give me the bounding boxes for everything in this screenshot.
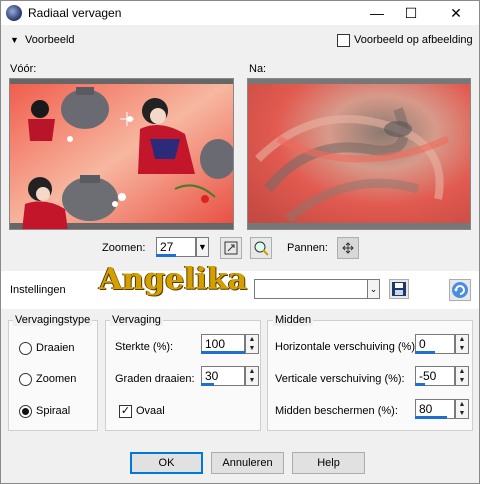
reset-button[interactable]: [449, 279, 471, 301]
minimize-icon[interactable]: —: [360, 1, 394, 25]
before-label: Vóór:: [10, 63, 37, 75]
elliptical-label: Ovaal: [136, 405, 165, 417]
zoom-actual-button[interactable]: [250, 237, 272, 259]
preview-on-image-checkbox[interactable]: [337, 34, 350, 47]
after-preview-image: [248, 79, 470, 229]
radio-spiraal[interactable]: [19, 405, 32, 418]
twist-spinner[interactable]: ▲ ▼: [245, 366, 259, 386]
h-offset-spinner[interactable]: ▲ ▼: [455, 334, 469, 354]
center-title: Midden: [273, 314, 314, 326]
maximize-icon[interactable]: ☐: [394, 1, 428, 25]
protect-center-level-bar: [415, 416, 447, 419]
radio-draaien[interactable]: [19, 342, 32, 355]
h-offset-level-bar: [415, 351, 435, 354]
h-offset-label: Horizontale verschuiving (%):: [275, 341, 419, 353]
help-button[interactable]: Help: [292, 452, 365, 474]
blur-type-title: Vervagingstype: [13, 314, 93, 326]
protect-center-spinner[interactable]: ▲ ▼: [455, 399, 469, 419]
radio-spiraal-label: Spiraal: [36, 405, 71, 417]
before-preview[interactable]: [9, 78, 234, 230]
v-offset-spinner[interactable]: ▲ ▼: [455, 366, 469, 386]
blur-title: Vervaging: [110, 314, 163, 326]
close-icon[interactable]: ✕: [439, 1, 473, 25]
ok-button[interactable]: OK: [130, 452, 203, 474]
strength-spinner[interactable]: ▲ ▼: [245, 334, 259, 354]
strength-level-bar: [201, 351, 245, 354]
radio-draaien-label: Draaien: [36, 342, 75, 354]
preview-toggle-label[interactable]: Voorbeeld: [25, 34, 75, 46]
elliptical-checkbox[interactable]: ✓: [119, 405, 132, 418]
after-label: Na:: [249, 63, 267, 75]
settings-label: Instellingen: [10, 284, 66, 296]
dialog-window: Radiaal vervagen — ☐ ✕ ▼ Voorbeeld Voorb…: [0, 0, 480, 484]
settings-dropdown[interactable]: [254, 279, 368, 299]
strength-label: Sterkte (%):: [115, 341, 174, 353]
pan-label: Pannen:: [287, 242, 328, 254]
watermark-logo: Angelika: [99, 262, 248, 297]
save-preset-button[interactable]: [389, 279, 409, 299]
save-icon: [392, 282, 406, 296]
after-preview: [247, 78, 471, 230]
before-preview-image: [10, 79, 233, 229]
magnifier-icon: [254, 241, 269, 256]
title-bar: Radiaal vervagen — ☐ ✕: [1, 1, 479, 25]
zoom-level-bar: [156, 254, 176, 257]
preview-on-image-label: Voorbeeld op afbeelding: [354, 34, 473, 46]
reset-icon: [452, 282, 468, 298]
protect-center-label: Midden beschermen (%):: [275, 405, 398, 417]
zoom-dropdown-button[interactable]: ▼: [196, 237, 209, 257]
zoom-label: Zoomen:: [102, 242, 146, 254]
zoom-fit-icon: [224, 241, 238, 255]
v-offset-level-bar: [415, 383, 425, 386]
twist-level-bar: [201, 383, 214, 386]
v-offset-label: Verticale verschuiving (%):: [275, 373, 405, 385]
window-title: Radiaal vervagen: [28, 6, 122, 20]
move-icon: [342, 242, 354, 254]
twist-label: Graden draaien:: [115, 373, 195, 385]
settings-dropdown-button[interactable]: ⌄: [367, 279, 380, 299]
zoom-to-fit-button[interactable]: [220, 237, 242, 259]
radio-zoomen-label: Zoomen: [36, 373, 77, 385]
app-icon: [6, 5, 22, 21]
cancel-button[interactable]: Annuleren: [211, 452, 284, 474]
collapse-arrow-icon[interactable]: ▼: [10, 35, 19, 45]
radio-zoomen[interactable]: [19, 373, 32, 386]
pan-button[interactable]: [337, 237, 359, 259]
